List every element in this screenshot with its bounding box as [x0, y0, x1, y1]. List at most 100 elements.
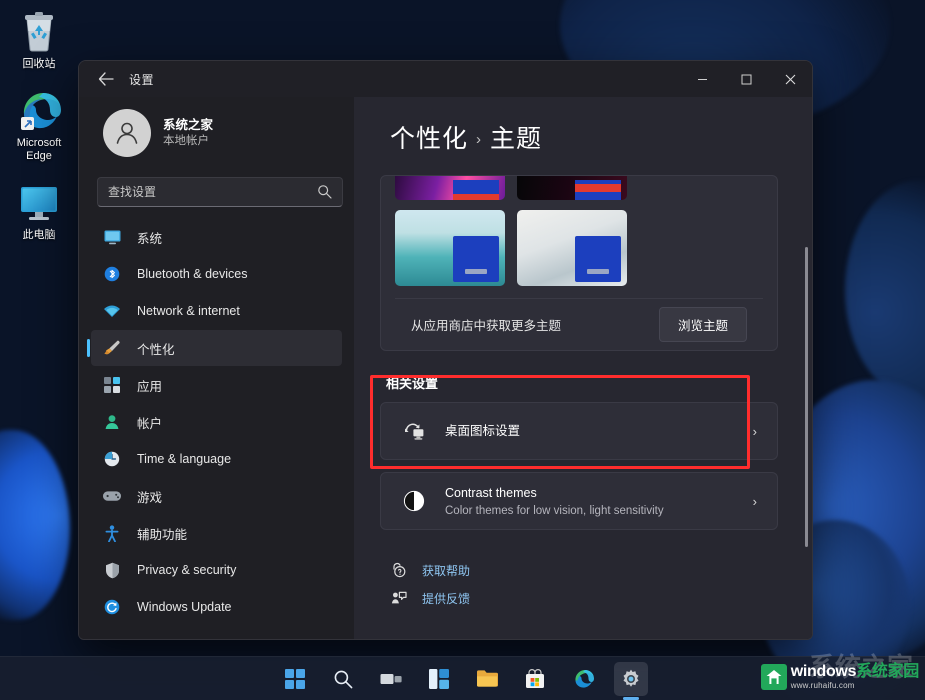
window-body: 系统之家 本地帐户 [79, 97, 812, 639]
contrast-themes-icon [399, 490, 429, 512]
sidebar-item-gaming[interactable]: 游戏 [91, 478, 342, 514]
minimize-button[interactable] [680, 61, 724, 97]
sidebar-item-label: Time & language [137, 452, 231, 466]
sidebar-item-personalization[interactable]: 个性化 [91, 330, 342, 366]
sidebar-item-accounts[interactable]: 帐户 [91, 404, 342, 440]
window-title: 设置 [129, 71, 154, 88]
desktop-icon-label: 此电脑 [0, 229, 78, 242]
microsoft-store-icon [525, 669, 545, 689]
edge-label-line1: Microsoft [17, 137, 62, 149]
theme-thumbnail[interactable] [395, 210, 505, 286]
give-feedback-icon [388, 590, 410, 606]
get-help-icon [388, 562, 410, 578]
sidebar-item-label: 个性化 [137, 339, 175, 358]
sidebar-item-network-internet[interactable]: Network & internet [91, 293, 342, 329]
row-title: Contrast themes [445, 486, 537, 500]
close-icon [785, 74, 796, 85]
help-link-label: 获取帮助 [422, 562, 470, 579]
row-subtitle: Color themes for low vision, light sensi… [445, 504, 753, 519]
wallpaper-bloom-right-back [845, 180, 925, 400]
taskbar-file-explorer-button[interactable] [470, 662, 504, 696]
theme-thumb-row-clipped [395, 176, 763, 200]
desktop-icon-microsoft-edge[interactable]: MicrosoftEdge [0, 87, 78, 163]
browse-themes-button[interactable]: 浏览主题 [659, 307, 747, 342]
theme-thumb-row [395, 210, 763, 286]
task-view-icon [380, 670, 402, 688]
sidebar-item-bluetooth-devices[interactable]: Bluetooth & devices [91, 256, 342, 292]
accessibility-icon [101, 525, 123, 542]
sidebar-item-apps[interactable]: 应用 [91, 367, 342, 403]
bluetooth-icon [101, 266, 123, 282]
file-explorer-icon [476, 669, 498, 688]
breadcrumb-current: 主题 [490, 125, 542, 153]
taskbar-start-button[interactable] [278, 662, 312, 696]
breadcrumb-separator: › [476, 131, 482, 148]
search-icon [333, 669, 353, 689]
theme-thumbnail[interactable] [395, 176, 505, 200]
maximize-button[interactable] [724, 61, 768, 97]
network-icon [101, 304, 123, 318]
sidebar-item-label: 应用 [137, 376, 162, 395]
taskbar-widgets-button[interactable] [422, 662, 456, 696]
taskbar-search-button[interactable] [326, 662, 360, 696]
sidebar-item-system[interactable]: 系统 [91, 219, 342, 255]
sidebar-item-label: Network & internet [137, 304, 240, 318]
row-text: 桌面图标设置 [445, 422, 753, 440]
search-input[interactable] [97, 177, 343, 207]
taskbar-edge-button[interactable] [566, 662, 600, 696]
sidebar-item-label: 游戏 [137, 487, 162, 506]
sidebar-item-label: Bluetooth & devices [137, 267, 248, 281]
desktop-icon-settings-row[interactable]: 桌面图标设置 › [381, 403, 777, 459]
row-title: 桌面图标设置 [445, 424, 520, 438]
sidebar-item-windows-update[interactable]: Windows Update [91, 589, 342, 625]
close-button[interactable] [768, 61, 812, 97]
settings-scroll-area: 从应用商店中获取更多主题 浏览主题 相关设置 [364, 175, 812, 639]
row-text: Contrast themes Color themes for low vis… [445, 484, 753, 519]
desktop-icon-recycle-bin[interactable]: 回收站 [0, 8, 78, 71]
theme-thumb-taskbar-preview [453, 236, 499, 282]
widgets-icon [429, 669, 449, 689]
back-arrow-icon [98, 72, 114, 86]
minimize-icon [697, 74, 708, 85]
theme-thumbnail[interactable] [517, 176, 627, 200]
get-more-themes-row: 从应用商店中获取更多主题 浏览主题 [395, 298, 763, 350]
edge-label-line2: Edge [26, 150, 52, 162]
windows-update-icon [101, 599, 123, 615]
help-links: 获取帮助 提供反馈 [364, 542, 794, 612]
back-button[interactable] [89, 64, 123, 94]
sidebar-item-accessibility[interactable]: 辅助功能 [91, 515, 342, 551]
give-feedback-link[interactable]: 提供反馈 [388, 584, 794, 612]
taskbar-task-view-button[interactable] [374, 662, 408, 696]
get-help-link[interactable]: 获取帮助 [388, 556, 794, 584]
sidebar: 系统之家 本地帐户 [79, 97, 354, 639]
sidebar-item-time-language[interactable]: Time & language [91, 441, 342, 477]
taskbar [0, 656, 925, 700]
account-tile[interactable]: 系统之家 本地帐户 [91, 97, 342, 169]
theme-thumbnail[interactable] [517, 210, 627, 286]
desktop-icon-this-pc[interactable]: 此电脑 [0, 179, 78, 242]
microsoft-edge-icon [0, 87, 78, 135]
page-title: 个性化 › 主题 [364, 97, 812, 169]
start-icon [285, 669, 305, 689]
taskbar-microsoft-store-button[interactable] [518, 662, 552, 696]
privacy-security-icon [101, 562, 123, 579]
related-settings-heading: 相关设置 [364, 363, 794, 402]
contrast-themes-row[interactable]: Contrast themes Color themes for low vis… [381, 473, 777, 529]
accounts-icon [101, 414, 123, 430]
account-name: 系统之家 [163, 117, 213, 133]
recycle-bin-icon [0, 8, 78, 56]
taskbar-icon-group [278, 662, 648, 696]
taskbar-settings-button[interactable] [614, 662, 648, 696]
maximize-icon [741, 74, 752, 85]
breadcrumb-parent[interactable]: 个性化 [390, 125, 468, 153]
content-scrollbar[interactable] [805, 247, 808, 547]
gear-icon [620, 668, 642, 690]
wallpaper-bloom-left [0, 430, 70, 620]
sidebar-item-privacy-security[interactable]: Privacy & security [91, 552, 342, 588]
apps-icon [101, 377, 123, 393]
user-icon [112, 118, 142, 148]
theme-gallery-card: 从应用商店中获取更多主题 浏览主题 [380, 175, 778, 351]
desktop-icon-list: 回收站 MicrosoftEdge [0, 8, 80, 258]
sidebar-item-label: Privacy & security [137, 563, 236, 577]
desktop: 回收站 MicrosoftEdge [0, 0, 925, 700]
